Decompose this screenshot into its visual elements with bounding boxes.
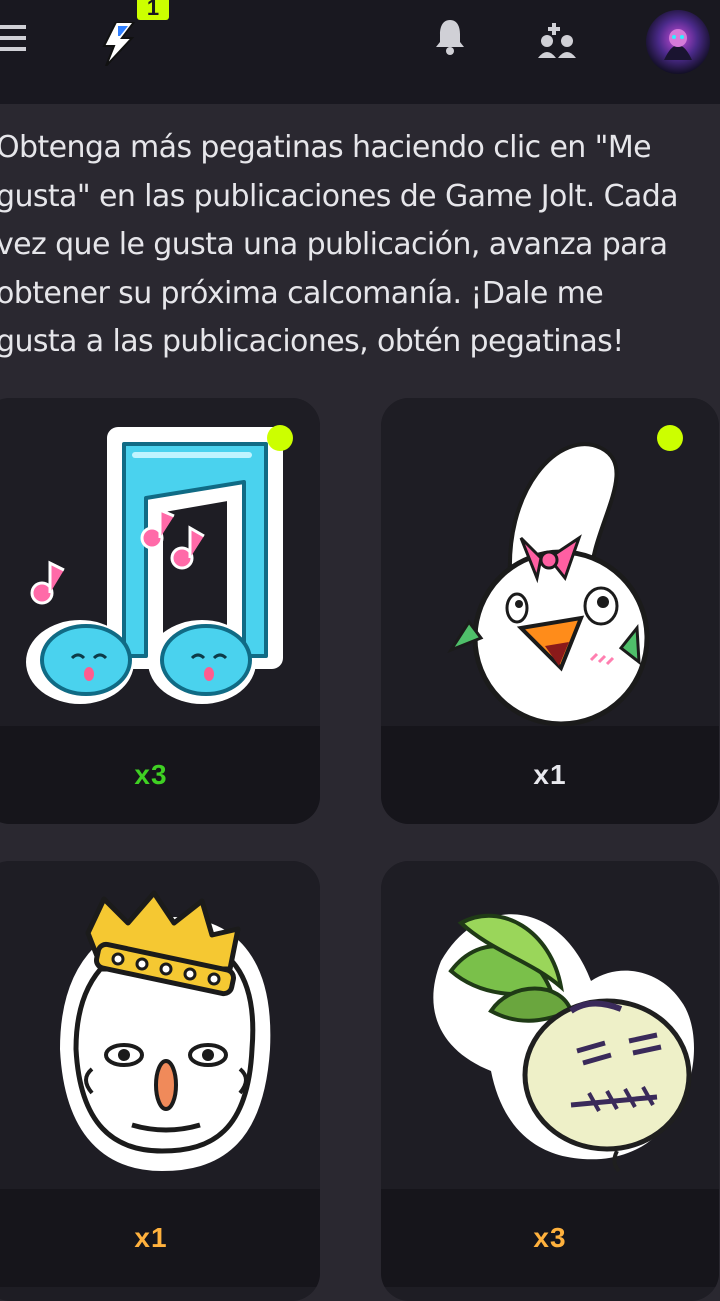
sticker-image	[0, 398, 320, 726]
add-user-icon[interactable]	[538, 20, 580, 58]
sticker-image	[0, 861, 320, 1189]
crowned-guy-sticker-icon	[59, 890, 271, 1172]
sticker-card-turnip[interactable]: x3	[381, 861, 719, 1301]
notification-count-badge: 1	[137, 0, 169, 20]
sticker-count: x1	[0, 1189, 320, 1287]
new-sticker-indicator	[657, 425, 683, 451]
hamburger-menu-icon[interactable]	[0, 22, 30, 54]
top-bar: 1	[0, 0, 720, 104]
sticker-count: x3	[0, 726, 320, 824]
game-jolt-bolt-icon[interactable]	[96, 22, 138, 66]
sticker-info-text: Obtenga más pegatinas haciendo clic en "…	[0, 130, 679, 359]
new-sticker-indicator	[267, 425, 293, 451]
sticker-image	[381, 398, 719, 726]
sticker-count: x1	[381, 726, 719, 824]
sticker-card-crowned-guy[interactable]: x1	[0, 861, 320, 1301]
sticker-image	[381, 861, 719, 1189]
avatar[interactable]	[646, 10, 710, 74]
turnip-sticker-icon	[433, 913, 695, 1173]
sticker-count: x3	[381, 1189, 719, 1287]
sticker-card-music-notes[interactable]: x3	[0, 398, 320, 824]
bell-icon[interactable]	[435, 18, 465, 56]
sticker-card-chicken-girl[interactable]: x1	[381, 398, 719, 824]
